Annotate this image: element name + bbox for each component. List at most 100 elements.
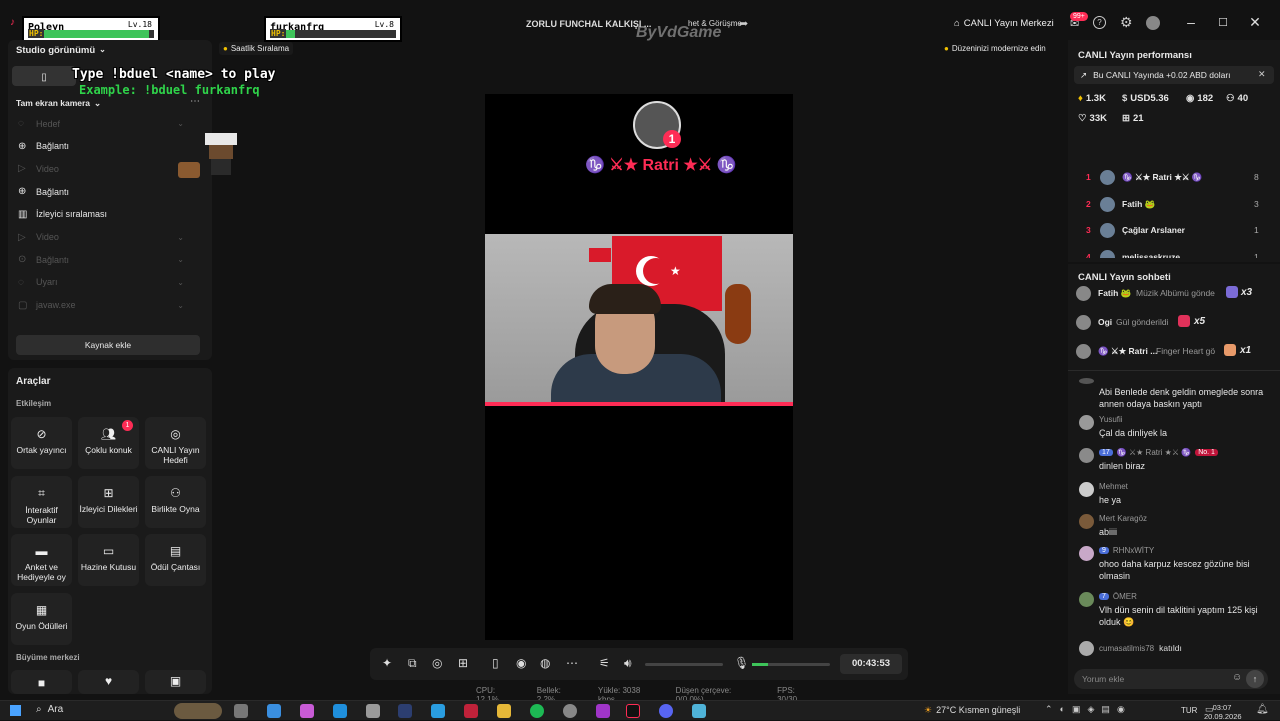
- tool-users[interactable]: 👥︎ Çoklu konuk 1: [78, 417, 139, 469]
- source-item[interactable]: ⊕ Bağlantı: [18, 186, 69, 197]
- chevron-down-icon[interactable]: ⌄: [177, 233, 184, 242]
- gift-text: Finger Heart gö: [1156, 346, 1216, 356]
- avatar[interactable]: [1146, 16, 1160, 30]
- gift-row[interactable]: ♑ ⚔★ Ratri ... Finger Heart gö x1: [1076, 344, 1276, 360]
- performance-panel: CANLI Yayın performansı ↗ Bu CANLI Yayın…: [1068, 40, 1280, 262]
- magic-icon[interactable]: ✦: [382, 656, 392, 670]
- tiktok-icon[interactable]: [626, 704, 640, 718]
- edge-icon[interactable]: [431, 704, 445, 718]
- gift-row[interactable]: Fatih 🐸 Müzik Albümü gönde x3: [1076, 286, 1276, 302]
- record-icon[interactable]: ◉: [516, 656, 526, 670]
- tool-bag[interactable]: ▤ Ödül Çantası: [145, 534, 206, 586]
- gear-icon[interactable]: ⚙: [1120, 14, 1133, 31]
- growth-tool-2[interactable]: ♥: [78, 670, 139, 694]
- clock[interactable]: 03:07 20.09.2026: [1204, 703, 1242, 721]
- app-icon[interactable]: [596, 704, 610, 718]
- add-scene-icon[interactable]: ⊞: [458, 656, 468, 670]
- chevron-down-icon[interactable]: ⌄: [177, 255, 184, 264]
- volume-icon[interactable]: 🔊︎: [624, 656, 632, 671]
- send-icon[interactable]: ↑: [1246, 670, 1264, 688]
- spotify-icon[interactable]: [530, 704, 544, 718]
- weather-widget[interactable]: ☀ 27°C Kısmen güneşli: [924, 705, 1020, 716]
- app-icon[interactable]: [464, 704, 478, 718]
- minimize-button[interactable]: –: [1181, 14, 1201, 30]
- chat-user: Mehmet: [1099, 482, 1128, 491]
- share-icon[interactable]: ➦: [739, 17, 748, 30]
- discord-icon[interactable]: [659, 704, 673, 718]
- more-icon[interactable]: ⋯: [566, 656, 578, 670]
- tool-target[interactable]: ◎ CANLI Yayın Hedefi: [145, 417, 206, 469]
- folder-icon[interactable]: [497, 704, 511, 718]
- ranking-row[interactable]: 4 melissaskruze 1: [1068, 249, 1280, 259]
- more-icon[interactable]: ⋯: [190, 96, 200, 107]
- tool-trophy[interactable]: ▦ Oyun Ödülleri: [11, 592, 72, 645]
- tool-treasure[interactable]: ▭ Hazine Kutusu: [78, 534, 139, 586]
- taskbar-search[interactable]: ⌕ Ara: [36, 704, 63, 715]
- tool-poll[interactable]: ▬ Anket ve Hediyeyle oy: [11, 534, 72, 586]
- source-item[interactable]: ▷ Video: [18, 163, 59, 174]
- ranking-number: 4: [1086, 251, 1091, 259]
- source-item[interactable]: ▥ İzleyici sıralaması: [18, 209, 107, 220]
- comment-input[interactable]: Yorum ekle ☺ ↑: [1074, 669, 1268, 689]
- live-center-button[interactable]: ⌂ CANLI Yayın Merkezi: [954, 18, 1054, 29]
- close-button[interactable]: ✕: [1245, 14, 1265, 31]
- scene-dropdown[interactable]: Tam ekran kamera ⌄: [16, 98, 101, 109]
- source-item[interactable]: ▢ javaw.exe: [18, 300, 76, 311]
- small-flag: [589, 248, 611, 262]
- ranking-row[interactable]: 1 ♑ ⚔★ Ratri ★⚔ ♑ 8: [1068, 170, 1280, 186]
- chat-text: he ya: [1099, 495, 1122, 505]
- add-source-button[interactable]: Kaynak ekle: [16, 335, 200, 355]
- growth-tool-1[interactable]: ■: [11, 670, 72, 694]
- app-icon[interactable]: [692, 704, 706, 718]
- gamepad-icon: ■: [37, 676, 46, 690]
- help-icon[interactable]: ?: [1093, 16, 1106, 29]
- source-item[interactable]: ⊕ Bağlantı: [18, 141, 69, 152]
- tool-play-together[interactable]: ⚇ Birlikte Oyna: [145, 475, 206, 528]
- gift-row[interactable]: Ogi Gül gönderildi x5: [1076, 315, 1276, 331]
- close-icon[interactable]: ✕: [1258, 69, 1266, 80]
- tool-link[interactable]: ⊘ Ortak yayıncı: [11, 417, 72, 469]
- app-icon[interactable]: [398, 704, 412, 718]
- search-highlight-image: [174, 703, 222, 719]
- source-item[interactable]: ◌ Uyarı: [18, 277, 58, 288]
- app-icon[interactable]: [563, 704, 577, 718]
- tool-gift[interactable]: ⊞ İzleyici Dilekleri: [78, 475, 139, 528]
- hourly-ranking-chip[interactable]: ● Saatlik Sıralama: [219, 42, 294, 55]
- source-item[interactable]: ◌ Hedef: [18, 118, 60, 129]
- portrait-mode-toggle[interactable]: ▯: [12, 66, 76, 86]
- play-together-icon: ⚇: [170, 485, 181, 500]
- chat-user: Yusufii: [1099, 415, 1123, 424]
- modernize-tip[interactable]: ● Düzeninizi modernize edin: [944, 44, 1046, 53]
- app-icon[interactable]: [366, 704, 380, 718]
- screenshot-icon[interactable]: ◎: [432, 656, 442, 670]
- layout-icon[interactable]: ⧉: [408, 656, 417, 671]
- maximize-button[interactable]: ☐: [1213, 16, 1233, 29]
- bell-icon[interactable]: 🔔︎: [1256, 704, 1269, 715]
- ranking-row[interactable]: 2 Fatih 🐸 3: [1068, 196, 1280, 213]
- chevron-down-icon[interactable]: ⌄: [177, 301, 184, 310]
- copilot-icon[interactable]: [300, 704, 314, 718]
- store-icon[interactable]: [267, 704, 281, 718]
- tool-gamepad[interactable]: ⌗ İnteraktif Oyunlar: [11, 475, 72, 528]
- camera-switch-icon[interactable]: ◍: [540, 656, 550, 670]
- avatar: [1100, 223, 1115, 238]
- chevron-down-icon[interactable]: ⌄: [177, 119, 184, 128]
- chevron-down-icon[interactable]: ⌄: [177, 278, 184, 287]
- source-item[interactable]: ▷ Video: [18, 232, 59, 243]
- edge-icon[interactable]: [333, 704, 347, 718]
- phone-icon: ▯: [41, 72, 47, 83]
- volume-slider[interactable]: [645, 663, 723, 666]
- windows-start-icon[interactable]: [10, 705, 21, 716]
- growth-tool-3[interactable]: ▣: [145, 670, 206, 694]
- emoji-icon[interactable]: ☺: [1232, 672, 1242, 683]
- source-item[interactable]: ⊙ Bağlantı: [18, 254, 69, 265]
- mic-icon[interactable]: 🎙︎: [734, 656, 749, 670]
- ranking-row[interactable]: 3 Çağlar Arslaner 1: [1068, 223, 1280, 239]
- studio-view-dropdown[interactable]: Studio görünümü ⌄: [16, 45, 106, 56]
- settings-sliders-icon[interactable]: ⚟: [599, 656, 610, 670]
- phone-icon[interactable]: ▯: [492, 656, 499, 670]
- task-view-icon[interactable]: [234, 704, 248, 718]
- language-indicator[interactable]: TUR: [1181, 706, 1197, 715]
- tray-icons[interactable]: ⌃ ◐ ▣ ◈ ▤ ◉: [1045, 704, 1125, 715]
- mic-slider[interactable]: [752, 663, 830, 666]
